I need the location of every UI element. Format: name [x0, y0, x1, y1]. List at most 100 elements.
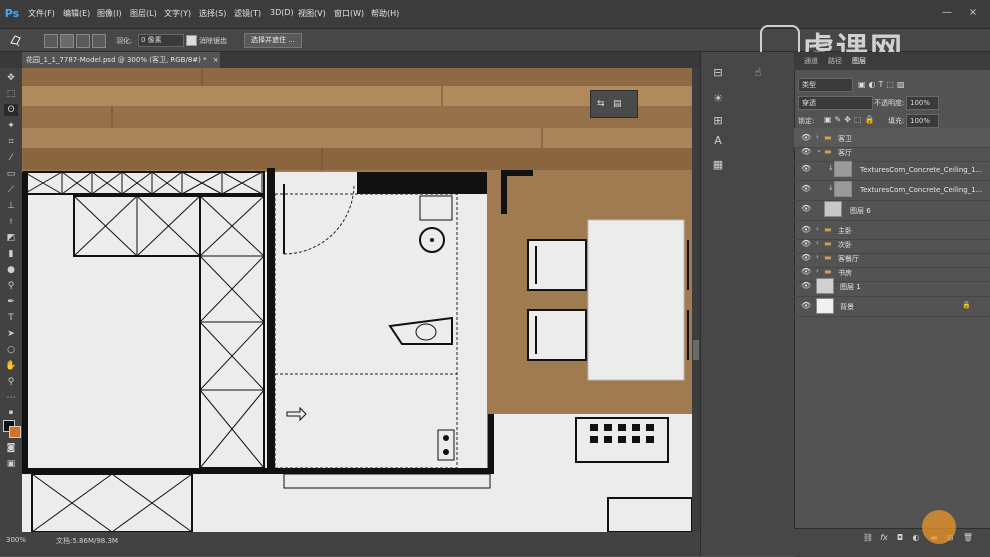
antialias-label: 消除锯齿 — [199, 37, 227, 45]
crop-tool-icon[interactable]: ⌗ — [4, 136, 18, 148]
character-panel-icon[interactable]: A — [704, 132, 732, 150]
notes-panel-icon[interactable]: ▦ — [704, 156, 732, 174]
fill-input[interactable]: 100% — [906, 114, 939, 128]
visibility-eye-icon[interactable]: 👁 — [801, 226, 811, 234]
brush-tool-icon[interactable]: ⟋ — [4, 184, 18, 196]
blend-mode-select[interactable]: 穿透 — [798, 96, 873, 110]
visibility-eye-icon[interactable]: 👁 — [801, 282, 811, 290]
adjustment-layer-icon[interactable]: ◐ — [910, 532, 922, 544]
layer-filter-select[interactable]: 类型 — [798, 78, 853, 92]
menu-image[interactable]: 图像(I) — [97, 8, 122, 19]
menu-file[interactable]: 文件(F) — [28, 8, 55, 19]
expand-arrow-icon[interactable]: › — [816, 267, 819, 275]
lasso-tool-icon[interactable]: ʘ — [4, 104, 18, 116]
tab-layers[interactable]: 图层 — [852, 56, 866, 66]
menu-select[interactable]: 选择(S) — [199, 8, 226, 19]
select-and-mask-button[interactable]: 选择并遮住 ... — [244, 33, 302, 48]
blur-tool-icon[interactable]: ● — [4, 264, 18, 276]
default-colors-icon[interactable]: ▪ — [4, 406, 18, 418]
pen-tool-icon[interactable]: ✒ — [4, 296, 18, 308]
type-tool-icon[interactable]: T — [4, 312, 18, 324]
collapse-arrow-icon[interactable]: ⌄ — [816, 146, 822, 154]
expand-arrow-icon[interactable]: › — [816, 133, 819, 141]
visibility-eye-icon[interactable]: 👁 — [801, 268, 811, 276]
menu-view[interactable]: 视图(V) — [298, 8, 326, 19]
subtract-selection-icon[interactable] — [76, 34, 90, 48]
visibility-eye-icon[interactable]: 👁 — [801, 254, 811, 262]
expand-arrow-icon[interactable]: › — [816, 239, 819, 247]
visibility-eye-icon[interactable]: 👁 — [801, 148, 811, 156]
hand-panel-icon[interactable]: ☝ — [744, 64, 772, 82]
opacity-input[interactable]: 100% — [906, 96, 939, 110]
dodge-tool-icon[interactable]: ⚲ — [4, 280, 18, 292]
lock-icons[interactable]: ▣✎✥⬚🔒 — [824, 115, 877, 124]
delete-layer-icon[interactable]: 🗑 — [962, 532, 974, 544]
expand-arrow-icon[interactable]: › — [816, 253, 819, 261]
add-mask-icon[interactable]: ◘ — [894, 532, 906, 544]
panel-menu-icon[interactable]: ▤ — [613, 99, 622, 109]
menu-edit[interactable]: 编辑(E) — [63, 8, 90, 19]
shape-tool-icon[interactable]: ○ — [4, 344, 18, 356]
history-panel-icon[interactable]: ⊟ — [704, 64, 732, 82]
stamp-tool-icon[interactable]: ⊥ — [4, 200, 18, 212]
layer-row[interactable]: 👁 图层 1 — [794, 276, 990, 297]
adjustments-panel-icon[interactable]: ☀ — [704, 90, 732, 108]
zoom-level[interactable]: 300% — [6, 536, 26, 544]
quick-mask-icon[interactable]: ◙ — [4, 442, 18, 454]
expand-arrow-icon[interactable]: › — [816, 225, 819, 233]
close-window-button[interactable]: × — [966, 7, 980, 19]
minimize-button[interactable]: — — [940, 7, 954, 19]
marquee-tool-icon[interactable]: ⬚ — [4, 88, 18, 100]
layer-thumbnail — [816, 298, 834, 314]
lasso-preset-icon[interactable] — [8, 33, 24, 47]
more-tools-icon[interactable]: ⋯ — [4, 392, 18, 404]
document-tab-close-icon[interactable]: × — [213, 56, 219, 64]
visibility-eye-icon[interactable]: 👁 — [801, 165, 811, 173]
zoom-tool-icon[interactable]: ⚲ — [4, 376, 18, 388]
intersect-selection-icon[interactable] — [92, 34, 106, 48]
antialias-checkbox[interactable] — [186, 35, 197, 46]
add-selection-icon[interactable] — [60, 34, 74, 48]
visibility-eye-icon[interactable]: 👁 — [801, 302, 811, 310]
filter-icons[interactable]: ▣◐T⬚▨ — [858, 80, 908, 89]
document-canvas[interactable] — [22, 68, 692, 532]
scrollbar-thumb[interactable] — [693, 340, 699, 360]
feather-input[interactable]: 0 像素 — [138, 34, 184, 47]
menu-help[interactable]: 帮助(H) — [371, 8, 399, 19]
properties-panel-icon[interactable]: ⊞ — [704, 112, 732, 130]
document-tab[interactable]: 花园_1_1_7787-Model.psd @ 300% (客卫, RGB/8#… — [22, 52, 220, 68]
history-brush-tool-icon[interactable]: ⟊ — [4, 216, 18, 228]
move-tool-icon[interactable]: ✥ — [4, 72, 18, 84]
screen-mode-icon[interactable]: ▣ — [4, 458, 18, 470]
menu-type[interactable]: 文字(Y) — [164, 8, 191, 19]
visibility-eye-icon[interactable]: 👁 — [801, 185, 811, 193]
background-color-swatch[interactable] — [9, 426, 21, 438]
canvas-vertical-scrollbar[interactable] — [692, 68, 700, 532]
visibility-eye-icon[interactable]: 👁 — [801, 205, 811, 213]
layer-row[interactable]: 👁 背景 🔒 — [794, 296, 990, 317]
eyedropper-tool-icon[interactable]: ⁄ — [4, 152, 18, 164]
visibility-eye-icon[interactable]: 👁 — [801, 240, 811, 248]
link-layers-icon[interactable]: ⛓ — [862, 532, 874, 544]
gradient-tool-icon[interactable]: ▮ — [4, 248, 18, 260]
layer-name: TexturesCom_Concrete_Ceiling_1... — [860, 186, 983, 194]
magic-wand-tool-icon[interactable]: ✦ — [4, 120, 18, 132]
path-selection-tool-icon[interactable]: ➤ — [4, 328, 18, 340]
menu-layer[interactable]: 图层(L) — [130, 8, 157, 19]
folder-icon: ▬ — [824, 253, 832, 262]
menu-window[interactable]: 窗口(W) — [334, 8, 364, 19]
menu-3d[interactable]: 3D(D) — [270, 8, 294, 17]
layer-style-icon[interactable]: fx — [878, 532, 890, 544]
sliders-icon[interactable]: ⇆ — [597, 99, 605, 109]
tab-channels[interactable]: 通道 — [804, 56, 818, 66]
hand-tool-icon[interactable]: ✋ — [4, 360, 18, 372]
healing-brush-tool-icon[interactable]: ▭ — [4, 168, 18, 180]
layer-row[interactable]: 👁 图层 6 — [794, 198, 990, 221]
floating-properties-panel[interactable]: ⇆ ▤ — [590, 90, 638, 118]
tab-paths[interactable]: 路径 — [828, 56, 842, 66]
new-selection-icon[interactable] — [44, 34, 58, 48]
document-size-info[interactable]: 文档:5.86M/98.3M — [56, 536, 118, 546]
eraser-tool-icon[interactable]: ◩ — [4, 232, 18, 244]
visibility-eye-icon[interactable]: 👁 — [801, 134, 811, 142]
menu-filter[interactable]: 滤镜(T) — [234, 8, 261, 19]
